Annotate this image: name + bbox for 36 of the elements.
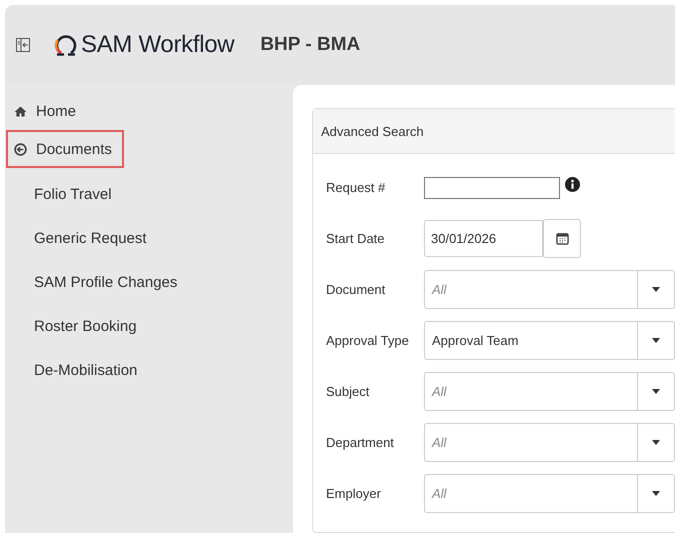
sidebar-subitem[interactable]: Roster Booking <box>5 304 293 348</box>
caret-icon <box>652 491 660 496</box>
sidebar-item[interactable]: Documents <box>8 132 122 166</box>
calendar-button[interactable] <box>543 219 581 258</box>
request-number-field[interactable] <box>424 176 560 198</box>
caret-icon <box>652 440 660 445</box>
field-label: Department <box>326 435 395 450</box>
company-name: BHP - BMA <box>260 34 360 56</box>
field-label: Document <box>326 282 386 297</box>
caret-icon <box>652 338 660 343</box>
dropdown[interactable]: Approval Team <box>424 321 675 360</box>
sidebar-subitem[interactable]: SAM Profile Changes <box>5 260 293 304</box>
sidebar-subitem[interactable]: De-Mobilisation <box>5 348 293 392</box>
dropdown[interactable]: All <box>424 270 675 309</box>
app-name: SAM Workflow <box>81 31 234 59</box>
date-field[interactable]: 30/01/2026 <box>424 220 543 257</box>
calendar-icon <box>556 232 568 245</box>
info-icon[interactable] <box>565 177 580 192</box>
field-label: Approval Type <box>326 333 410 348</box>
back-arrow-icon <box>14 142 27 156</box>
field-label: Start Date <box>326 231 386 246</box>
field-label: Request # <box>326 180 386 195</box>
sidebar-subitem[interactable]: Folio Travel <box>5 172 293 216</box>
caret-icon <box>652 287 660 292</box>
field-label: Employer <box>326 486 382 501</box>
caret-icon <box>652 389 660 394</box>
logo-icon <box>54 34 78 56</box>
sidebar-item[interactable]: Home <box>5 93 76 129</box>
sidebar-toggle-icon[interactable] <box>16 38 30 52</box>
dropdown[interactable]: All <box>424 423 675 462</box>
dropdown[interactable]: All <box>424 474 675 513</box>
sidebar-subitem[interactable]: Generic Request <box>5 216 293 260</box>
dropdown[interactable]: All <box>424 372 675 411</box>
home-icon <box>14 106 27 116</box>
card-title: Advanced Search <box>321 124 424 138</box>
field-label: Subject <box>326 384 370 399</box>
